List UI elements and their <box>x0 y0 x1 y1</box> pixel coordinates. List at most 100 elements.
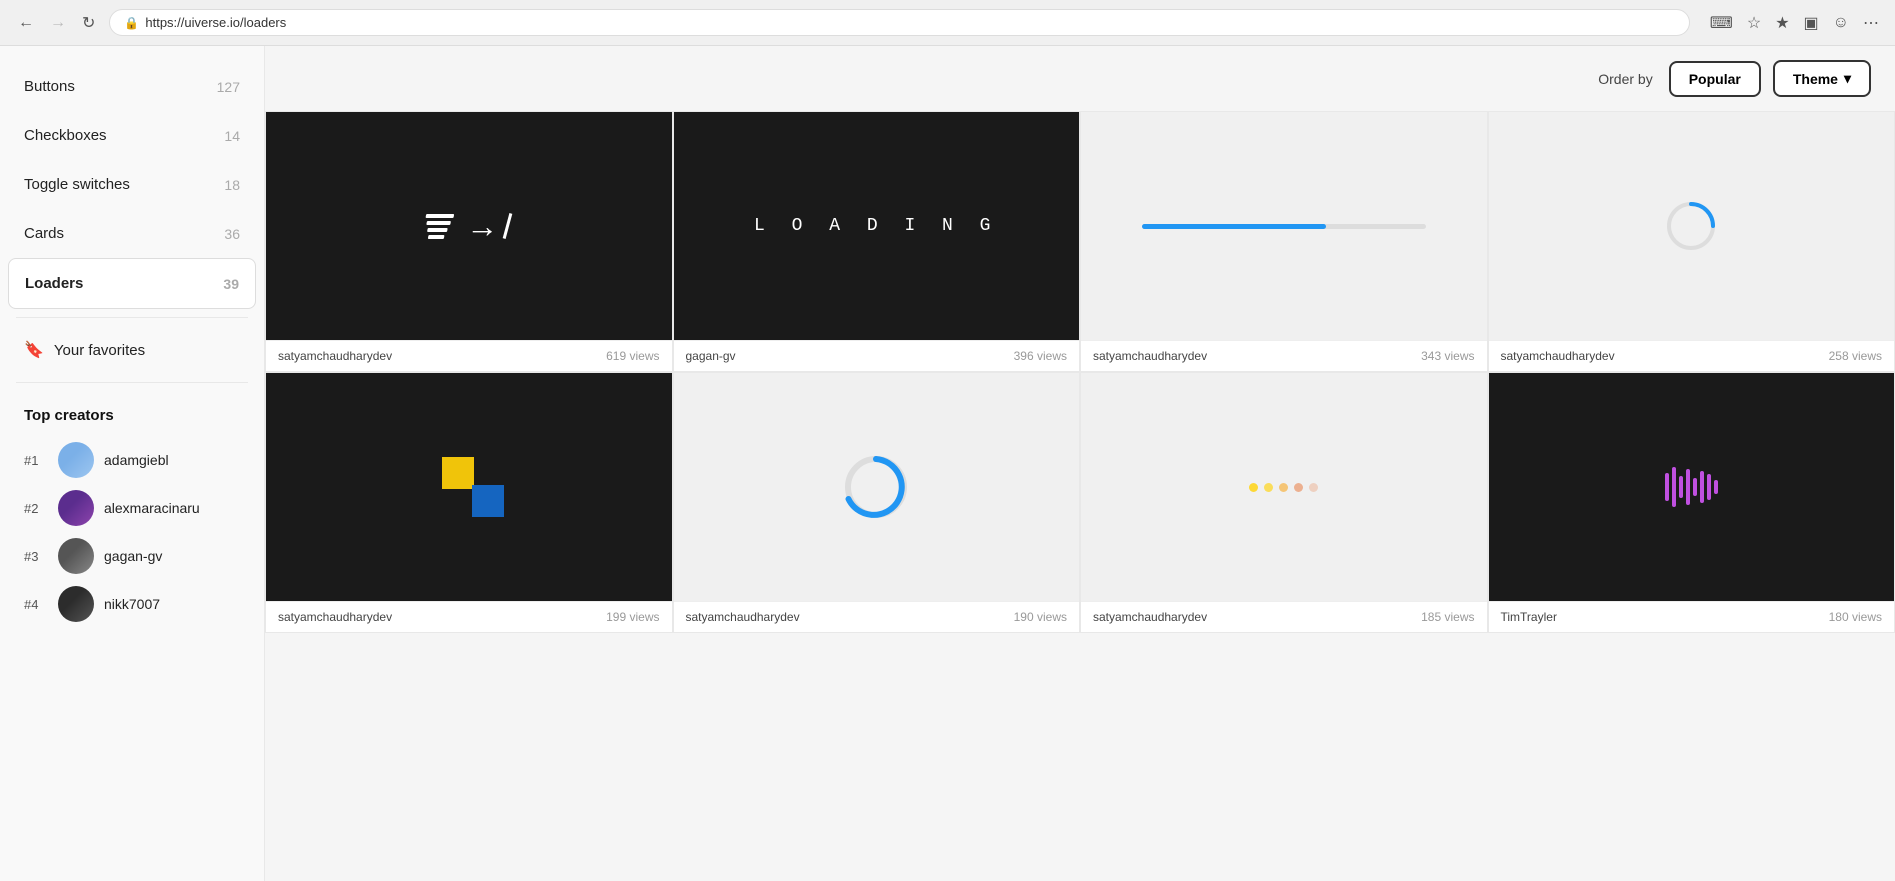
progress-bar <box>1142 224 1426 229</box>
sidebar-item-count: 36 <box>224 226 240 242</box>
dot-4 <box>1294 483 1303 492</box>
card-preview-3 <box>1081 112 1487 340</box>
sidebar-item-cards[interactable]: Cards 36 <box>0 209 264 258</box>
creator-item-3[interactable]: #3 gagan-gv <box>24 532 240 580</box>
loader-card-2[interactable]: L O A D I N G gagan-gv 396 views <box>673 111 1081 372</box>
creator-name: nikk7007 <box>104 596 160 612</box>
creator-name: alexmaracinaru <box>104 500 200 516</box>
card-views: 190 views <box>1014 610 1067 624</box>
avatar <box>58 490 94 526</box>
main-content: Order by Popular Theme ▾ <box>265 46 1895 881</box>
card-preview-5 <box>266 373 672 601</box>
card-views: 185 views <box>1421 610 1474 624</box>
wavy-line <box>427 228 448 232</box>
chevron-down-icon: ▾ <box>1844 70 1851 87</box>
creator-rank: #2 <box>24 501 48 516</box>
square-yellow <box>442 457 474 489</box>
wavy-line <box>428 235 445 239</box>
collections-button[interactable]: ▣ <box>1800 9 1823 37</box>
read-aloud-button[interactable]: ⌨ <box>1706 9 1737 37</box>
address-bar[interactable]: 🔒 https://uiverse.io/loaders <box>109 9 1689 36</box>
sidebar-item-count: 127 <box>217 79 240 95</box>
browser-chrome: ← → ↻ 🔒 https://uiverse.io/loaders ⌨ ☆ ★… <box>0 0 1895 46</box>
creator-item-4[interactable]: #4 nikk7007 <box>24 580 240 628</box>
top-creators-section: Top creators #1 adamgiebl #2 alexmaracin… <box>0 391 264 636</box>
star-button[interactable]: ★ <box>1771 9 1793 37</box>
sidebar-item-label: Checkboxes <box>24 127 107 144</box>
card-preview-4 <box>1489 112 1895 340</box>
browser-actions: ⌨ ☆ ★ ▣ ☺ ⋯ <box>1706 9 1883 37</box>
wave-bar-4 <box>1686 469 1690 505</box>
loader-card-6[interactable]: satyamchaudharydev 190 views <box>673 372 1081 633</box>
card-views: 343 views <box>1421 349 1474 363</box>
lock-icon: 🔒 <box>124 16 139 30</box>
favorites-item[interactable]: 🔖 Your favorites <box>0 326 264 374</box>
sidebar-item-label: Toggle switches <box>24 176 130 193</box>
arrow-right-icon: → <box>466 210 498 242</box>
sidebar-item-count: 18 <box>224 177 240 193</box>
card-preview-8 <box>1489 373 1895 601</box>
card-footer-2: gagan-gv 396 views <box>674 340 1080 371</box>
card-author: gagan-gv <box>686 349 736 363</box>
loader-card-5[interactable]: satyamchaudharydev 199 views <box>265 372 673 633</box>
order-by-label: Order by <box>1598 71 1652 87</box>
sidebar-separator-2 <box>16 382 248 383</box>
square-blue <box>472 485 504 517</box>
loader-card-4[interactable]: satyamchaudharydev 258 views <box>1488 111 1895 372</box>
card-author: satyamchaudharydev <box>278 610 392 624</box>
card-author: TimTrayler <box>1501 610 1557 624</box>
wave-bar-8 <box>1714 480 1718 494</box>
wavy-line <box>427 221 452 225</box>
creator-item-1[interactable]: #1 adamgiebl <box>24 436 240 484</box>
creator-item-2[interactable]: #2 alexmaracinaru <box>24 484 240 532</box>
creator-name: adamgiebl <box>104 452 169 468</box>
card-preview-1: → <box>266 112 672 340</box>
sidebar-item-label: Loaders <box>25 275 83 292</box>
avatar <box>58 538 94 574</box>
app-body: Buttons 127 Checkboxes 14 Toggle switche… <box>0 46 1895 881</box>
back-button[interactable]: ← <box>12 10 40 36</box>
card-preview-2: L O A D I N G <box>674 112 1080 340</box>
reload-button[interactable]: ↻ <box>76 9 101 37</box>
card-footer-4: satyamchaudharydev 258 views <box>1489 340 1895 371</box>
wavy-lines <box>426 214 458 239</box>
loader-card-3[interactable]: satyamchaudharydev 343 views <box>1080 111 1488 372</box>
wave-bar-2 <box>1672 467 1676 507</box>
popular-label: Popular <box>1689 71 1741 87</box>
card-preview-7 <box>1081 373 1487 601</box>
creator-rank: #1 <box>24 453 48 468</box>
dots-loader <box>1249 483 1318 492</box>
creator-rank: #4 <box>24 597 48 612</box>
loader-card-8[interactable]: TimTrayler 180 views <box>1488 372 1895 633</box>
sidebar-item-toggle-switches[interactable]: Toggle switches 18 <box>0 160 264 209</box>
progress-bar-fill <box>1142 224 1326 229</box>
card-footer-5: satyamchaudharydev 199 views <box>266 601 672 632</box>
loader-card-1[interactable]: → satyamchaudharydev 619 views <box>265 111 673 372</box>
creator-rank: #3 <box>24 549 48 564</box>
favorites-star-button[interactable]: ☆ <box>1743 9 1765 37</box>
sidebar-item-count: 39 <box>223 276 239 292</box>
forward-button[interactable]: → <box>44 10 72 36</box>
card-views: 199 views <box>606 610 659 624</box>
sidebar: Buttons 127 Checkboxes 14 Toggle switche… <box>0 46 265 881</box>
wavy-loader-preview: → <box>428 210 509 242</box>
sidebar-item-buttons[interactable]: Buttons 127 <box>0 62 264 111</box>
dot-1 <box>1249 483 1258 492</box>
card-author: satyamchaudharydev <box>1093 610 1207 624</box>
ring-loader-svg <box>841 452 911 522</box>
sidebar-item-checkboxes[interactable]: Checkboxes 14 <box>0 111 264 160</box>
loader-card-7[interactable]: satyamchaudharydev 185 views <box>1080 372 1488 633</box>
favorites-label: Your favorites <box>54 342 145 359</box>
avatar <box>58 442 94 478</box>
more-button[interactable]: ⋯ <box>1859 9 1883 37</box>
card-footer-7: satyamchaudharydev 185 views <box>1081 601 1487 632</box>
card-author: satyamchaudharydev <box>1501 349 1615 363</box>
card-author: satyamchaudharydev <box>1093 349 1207 363</box>
popular-button[interactable]: Popular <box>1669 61 1761 97</box>
card-footer-1: satyamchaudharydev 619 views <box>266 340 672 371</box>
profile-button[interactable]: ☺ <box>1829 10 1853 36</box>
theme-button[interactable]: Theme ▾ <box>1773 60 1871 97</box>
creator-name: gagan-gv <box>104 548 162 564</box>
sidebar-item-loaders[interactable]: Loaders 39 <box>8 258 256 309</box>
top-creators-title: Top creators <box>24 407 240 424</box>
